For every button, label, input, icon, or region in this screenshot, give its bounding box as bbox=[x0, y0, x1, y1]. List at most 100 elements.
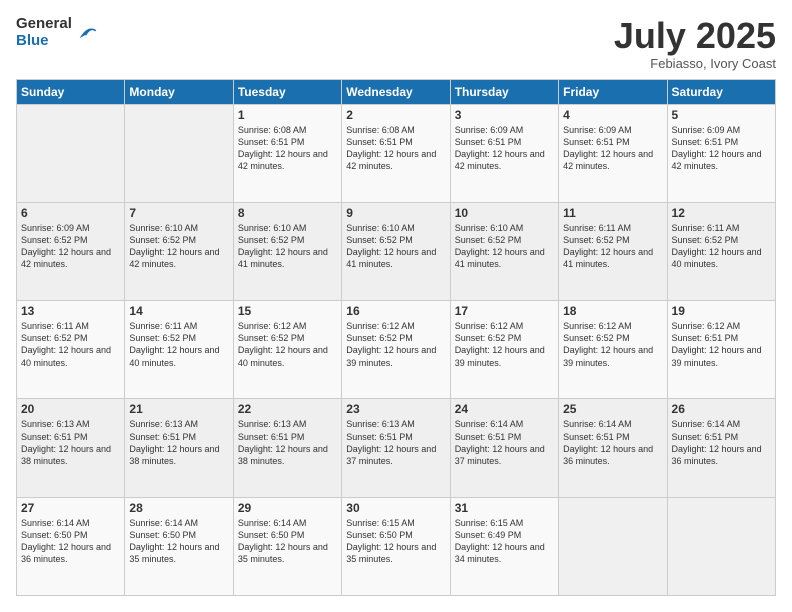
day-number: 1 bbox=[238, 108, 337, 122]
day-number: 12 bbox=[672, 206, 771, 220]
day-info: Sunrise: 6:13 AM Sunset: 6:51 PM Dayligh… bbox=[238, 418, 337, 467]
day-info: Sunrise: 6:14 AM Sunset: 6:51 PM Dayligh… bbox=[455, 418, 554, 467]
day-info: Sunrise: 6:09 AM Sunset: 6:51 PM Dayligh… bbox=[455, 124, 554, 173]
logo: General Blue bbox=[16, 16, 98, 49]
calendar-cell: 2Sunrise: 6:08 AM Sunset: 6:51 PM Daylig… bbox=[342, 104, 450, 202]
header-friday: Friday bbox=[559, 79, 667, 104]
page: General Blue July 2025 Febiasso, Ivory C… bbox=[0, 0, 792, 612]
week-row-2: 6 Sunrise: 6:09 AM Sunset: 6:52 PM Daylig… bbox=[17, 202, 776, 300]
calendar-table: Sunday Monday Tuesday Wednesday Thursday… bbox=[16, 79, 776, 596]
calendar-cell: 1Sunrise: 6:08 AM Sunset: 6:51 PM Daylig… bbox=[233, 104, 341, 202]
day-number: 13 bbox=[21, 304, 120, 318]
calendar-cell: 16 Sunrise: 6:12 AM Sunset: 6:52 PM Dayli… bbox=[342, 301, 450, 399]
calendar-cell: 4Sunrise: 6:09 AM Sunset: 6:51 PM Daylig… bbox=[559, 104, 667, 202]
day-number: 11 bbox=[563, 206, 662, 220]
day-info: Sunrise: 6:13 AM Sunset: 6:51 PM Dayligh… bbox=[129, 418, 228, 467]
day-info: Sunrise: 6:09 AM Sunset: 6:51 PM Dayligh… bbox=[672, 124, 771, 173]
day-info: Sunrise: 6:15 AM Sunset: 6:49 PM Dayligh… bbox=[455, 517, 554, 566]
day-number: 19 bbox=[672, 304, 771, 318]
calendar-cell: 18 Sunrise: 6:12 AM Sunset: 6:52 PM Dayli… bbox=[559, 301, 667, 399]
day-info: Sunrise: 6:10 AM Sunset: 6:52 PM Dayligh… bbox=[238, 222, 337, 271]
calendar-cell: 7 Sunrise: 6:10 AM Sunset: 6:52 PM Daylig… bbox=[125, 202, 233, 300]
day-number: 8 bbox=[238, 206, 337, 220]
day-info: Sunrise: 6:09 AM Sunset: 6:51 PM Dayligh… bbox=[563, 124, 662, 173]
day-info: Sunrise: 6:14 AM Sunset: 6:50 PM Dayligh… bbox=[238, 517, 337, 566]
day-number: 30 bbox=[346, 501, 445, 515]
calendar-cell: 24 Sunrise: 6:14 AM Sunset: 6:51 PM Dayli… bbox=[450, 399, 558, 497]
day-info: Sunrise: 6:13 AM Sunset: 6:51 PM Dayligh… bbox=[21, 418, 120, 467]
day-number: 26 bbox=[672, 402, 771, 416]
day-number: 24 bbox=[455, 402, 554, 416]
calendar-cell: 12 Sunrise: 6:11 AM Sunset: 6:52 PM Dayli… bbox=[667, 202, 775, 300]
calendar-cell: 27 Sunrise: 6:14 AM Sunset: 6:50 PM Dayli… bbox=[17, 497, 125, 595]
day-info: Sunrise: 6:12 AM Sunset: 6:52 PM Dayligh… bbox=[346, 320, 445, 369]
day-info: Sunrise: 6:11 AM Sunset: 6:52 PM Dayligh… bbox=[672, 222, 771, 271]
calendar-cell: 26Sunrise: 6:14 AM Sunset: 6:51 PM Dayli… bbox=[667, 399, 775, 497]
calendar-cell bbox=[559, 497, 667, 595]
day-number: 29 bbox=[238, 501, 337, 515]
day-number: 23 bbox=[346, 402, 445, 416]
day-number: 20 bbox=[21, 402, 120, 416]
calendar-cell: 5 Sunrise: 6:09 AM Sunset: 6:51 PM Daylig… bbox=[667, 104, 775, 202]
week-row-4: 20 Sunrise: 6:13 AM Sunset: 6:51 PM Dayli… bbox=[17, 399, 776, 497]
header: General Blue July 2025 Febiasso, Ivory C… bbox=[16, 16, 776, 71]
header-monday: Monday bbox=[125, 79, 233, 104]
day-number: 7 bbox=[129, 206, 228, 220]
calendar-cell: 3 Sunrise: 6:09 AM Sunset: 6:51 PM Daylig… bbox=[450, 104, 558, 202]
day-number: 3 bbox=[455, 108, 554, 122]
calendar-cell: 21Sunrise: 6:13 AM Sunset: 6:51 PM Dayli… bbox=[125, 399, 233, 497]
logo-text: General Blue bbox=[16, 16, 72, 49]
day-number: 17 bbox=[455, 304, 554, 318]
calendar-cell: 11Sunrise: 6:11 AM Sunset: 6:52 PM Dayli… bbox=[559, 202, 667, 300]
logo-blue: Blue bbox=[16, 33, 72, 50]
day-info: Sunrise: 6:12 AM Sunset: 6:51 PM Dayligh… bbox=[672, 320, 771, 369]
day-info: Sunrise: 6:09 AM Sunset: 6:52 PM Dayligh… bbox=[21, 222, 120, 271]
day-info: Sunrise: 6:11 AM Sunset: 6:52 PM Dayligh… bbox=[21, 320, 120, 369]
day-info: Sunrise: 6:14 AM Sunset: 6:51 PM Dayligh… bbox=[563, 418, 662, 467]
day-info: Sunrise: 6:10 AM Sunset: 6:52 PM Dayligh… bbox=[455, 222, 554, 271]
day-number: 22 bbox=[238, 402, 337, 416]
day-number: 28 bbox=[129, 501, 228, 515]
day-number: 16 bbox=[346, 304, 445, 318]
day-number: 10 bbox=[455, 206, 554, 220]
days-header-row: Sunday Monday Tuesday Wednesday Thursday… bbox=[17, 79, 776, 104]
location-subtitle: Febiasso, Ivory Coast bbox=[614, 56, 776, 71]
day-number: 5 bbox=[672, 108, 771, 122]
calendar-cell: 17Sunrise: 6:12 AM Sunset: 6:52 PM Dayli… bbox=[450, 301, 558, 399]
week-row-1: 1Sunrise: 6:08 AM Sunset: 6:51 PM Daylig… bbox=[17, 104, 776, 202]
calendar-cell: 8 Sunrise: 6:10 AM Sunset: 6:52 PM Daylig… bbox=[233, 202, 341, 300]
calendar-cell: 9 Sunrise: 6:10 AM Sunset: 6:52 PM Daylig… bbox=[342, 202, 450, 300]
day-info: Sunrise: 6:14 AM Sunset: 6:50 PM Dayligh… bbox=[21, 517, 120, 566]
header-tuesday: Tuesday bbox=[233, 79, 341, 104]
calendar-cell: 19 Sunrise: 6:12 AM Sunset: 6:51 PM Dayli… bbox=[667, 301, 775, 399]
header-sunday: Sunday bbox=[17, 79, 125, 104]
day-info: Sunrise: 6:10 AM Sunset: 6:52 PM Dayligh… bbox=[346, 222, 445, 271]
day-info: Sunrise: 6:12 AM Sunset: 6:52 PM Dayligh… bbox=[563, 320, 662, 369]
day-number: 31 bbox=[455, 501, 554, 515]
day-number: 25 bbox=[563, 402, 662, 416]
title-block: July 2025 Febiasso, Ivory Coast bbox=[614, 16, 776, 71]
calendar-cell: 25 Sunrise: 6:14 AM Sunset: 6:51 PM Dayli… bbox=[559, 399, 667, 497]
calendar-cell: 31 Sunrise: 6:15 AM Sunset: 6:49 PM Dayli… bbox=[450, 497, 558, 595]
day-info: Sunrise: 6:15 AM Sunset: 6:50 PM Dayligh… bbox=[346, 517, 445, 566]
day-info: Sunrise: 6:13 AM Sunset: 6:51 PM Dayligh… bbox=[346, 418, 445, 467]
day-info: Sunrise: 6:12 AM Sunset: 6:52 PM Dayligh… bbox=[238, 320, 337, 369]
week-row-5: 27 Sunrise: 6:14 AM Sunset: 6:50 PM Dayli… bbox=[17, 497, 776, 595]
calendar-header: Sunday Monday Tuesday Wednesday Thursday… bbox=[17, 79, 776, 104]
day-number: 2 bbox=[346, 108, 445, 122]
calendar-cell: 6 Sunrise: 6:09 AM Sunset: 6:52 PM Daylig… bbox=[17, 202, 125, 300]
day-number: 9 bbox=[346, 206, 445, 220]
day-number: 6 bbox=[21, 206, 120, 220]
calendar-cell: 10 Sunrise: 6:10 AM Sunset: 6:52 PM Dayli… bbox=[450, 202, 558, 300]
calendar-cell: 30 Sunrise: 6:15 AM Sunset: 6:50 PM Dayli… bbox=[342, 497, 450, 595]
header-saturday: Saturday bbox=[667, 79, 775, 104]
day-number: 27 bbox=[21, 501, 120, 515]
day-number: 14 bbox=[129, 304, 228, 318]
day-number: 18 bbox=[563, 304, 662, 318]
logo-general: General bbox=[16, 16, 72, 33]
day-info: Sunrise: 6:11 AM Sunset: 6:52 PM Dayligh… bbox=[129, 320, 228, 369]
logo-icon bbox=[76, 22, 98, 44]
day-info: Sunrise: 6:10 AM Sunset: 6:52 PM Dayligh… bbox=[129, 222, 228, 271]
day-info: Sunrise: 6:14 AM Sunset: 6:50 PM Dayligh… bbox=[129, 517, 228, 566]
calendar-cell: 15Sunrise: 6:12 AM Sunset: 6:52 PM Dayli… bbox=[233, 301, 341, 399]
